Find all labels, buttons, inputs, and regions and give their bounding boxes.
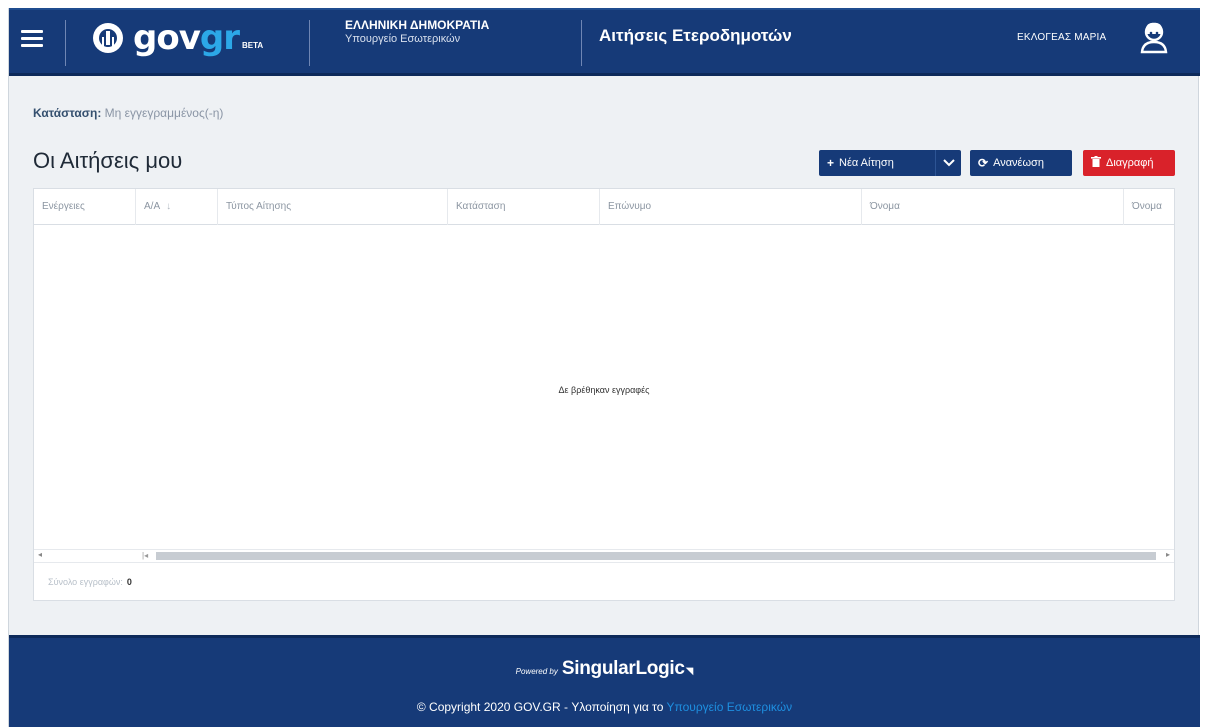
scroll-left-icon[interactable]: ◂ [38,550,42,559]
page-title: Οι Αιτήσεις μου [33,148,183,173]
refresh-label: Ανανέωση [993,157,1044,169]
column-header-firstname[interactable]: Όνομα [862,189,1124,225]
applications-grid: Ενέργειες Α/Α ↓ Τύπος Αίτησης Κατάσταση Ε… [33,188,1175,601]
status-label: Κατάσταση: [33,106,102,120]
menu-icon[interactable] [21,30,43,48]
top-header: govgr BETA ΕΛΛΗΝΙΚΗ ΔΗΜΟΚΡΑΤΙΑ Υπουργείο… [9,8,1200,76]
header-divider [581,20,582,66]
plus-icon: + [827,156,835,170]
ministry-line2: Υπουργείο Εσωτερικών [345,33,461,45]
column-header-actions[interactable]: Ενέργειες [34,189,136,225]
copyright-text: © Copyright 2020 GOV.GR - Υλοποίηση για … [416,700,664,714]
grid-footer: Σύνολο εγγραφών: 0 [34,562,1174,600]
ministry-block: ΕΛΛΗΝΙΚΗ ΔΗΜΟΚΡΑΤΙΑ Υπουργείο Εσωτερικών [345,18,489,46]
refresh-icon: ⟳ [978,156,989,170]
logo-text: govgr [133,18,240,58]
chevron-down-icon[interactable] [935,150,961,176]
sort-arrow-icon: ↓ [166,201,172,212]
trash-icon [1091,156,1101,170]
scroll-right-icon[interactable]: ▸ [1166,550,1170,559]
horizontal-scrollbar[interactable]: ◂ |◂ ▸ [34,549,1174,561]
ministry-line1: ΕΛΛΗΝΙΚΗ ΔΗΜΟΚΡΑΤΙΑ [345,18,490,32]
delete-label: Διαγραφή [1106,157,1154,169]
column-header-number[interactable]: Α/Α ↓ [136,189,218,225]
scrollbar-thumb[interactable] [156,552,1156,560]
app-title: Αιτήσεις Ετεροδημοτών [599,26,792,45]
powered-by-label: Powered by [515,667,558,676]
column-header-name-extra[interactable]: Όνομα [1124,189,1174,225]
total-records-count: 0 [126,577,132,587]
user-name[interactable]: ΕΚΛΟΓΕΑΣ ΜΑΡΙΑ [1017,32,1106,43]
empty-message: Δε βρέθηκαν εγγραφές [558,385,650,395]
total-records-label: Σύνολο εγγραφών: [48,577,123,587]
new-application-button[interactable]: + Νέα Αίτηση [819,150,961,176]
logo-mark-icon: ◥ [685,666,694,677]
header-divider [309,20,310,66]
status-value: Μη εγγεγραμμένος(-η) [104,106,224,120]
app-frame: govgr BETA ΕΛΛΗΝΙΚΗ ΔΗΜΟΚΡΑΤΙΑ Υπουργείο… [8,8,1200,727]
powered-by: Powered by SingularLogic ◥ [9,658,1200,680]
page-footer: Powered by SingularLogic ◥ © Copyright 2… [9,635,1200,727]
singularlogic-logo: SingularLogic [561,658,685,679]
grid-header: Ενέργειες Α/Α ↓ Τύπος Αίτησης Κατάσταση Ε… [34,189,1174,225]
user-avatar-icon[interactable] [1139,20,1169,54]
govgr-logo[interactable]: govgr BETA [93,18,263,58]
column-header-status[interactable]: Κατάσταση [448,189,600,225]
new-application-label: Νέα Αίτηση [839,157,894,169]
greek-emblem-icon [93,23,123,53]
refresh-button[interactable]: ⟳ Ανανέωση [970,150,1072,176]
ministry-link[interactable]: Υπουργείο Εσωτερικών [667,700,793,714]
scroll-divider: |◂ [142,551,149,560]
header-divider [65,20,66,66]
copyright: © Copyright 2020 GOV.GR - Υλοποίηση για … [9,700,1200,714]
registration-status: Κατάσταση: Μη εγγεγραμμένος(-η) [33,106,223,120]
column-header-surname[interactable]: Επώνυμο [600,189,862,225]
delete-button[interactable]: Διαγραφή [1083,150,1175,176]
beta-badge: BETA [241,40,264,50]
column-header-type[interactable]: Τύπος Αίτησης [218,189,448,225]
